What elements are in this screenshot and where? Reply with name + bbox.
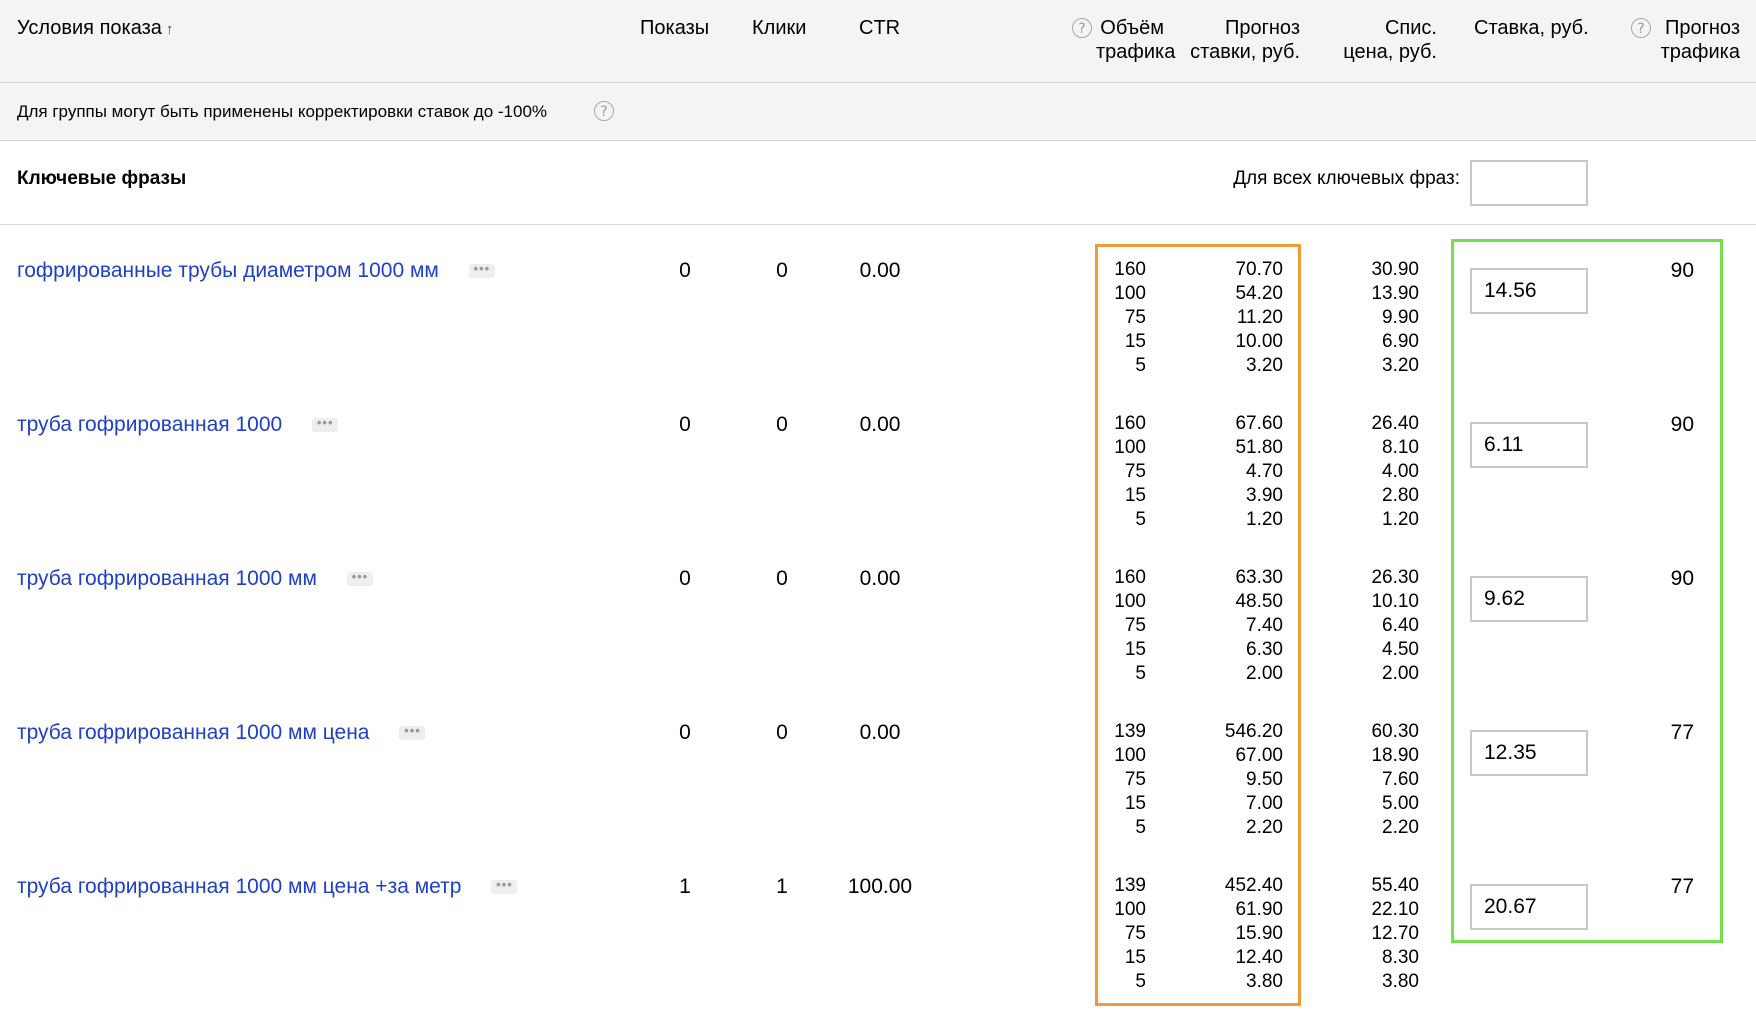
charged-price-list-value: 9.90 xyxy=(1382,307,1419,328)
keyword-phrase-text[interactable]: труба гофрированная 1000 мм цена +за мет… xyxy=(17,875,461,898)
charged-price-list-value: 3.20 xyxy=(1382,355,1419,376)
charged-price-list-value: 8.10 xyxy=(1382,437,1419,458)
ctr-value: 0.00 xyxy=(859,413,901,436)
bid-highlight-box xyxy=(1451,239,1723,943)
charged-price-list-value: 2.20 xyxy=(1382,817,1419,838)
charged-price-list: 60.30 18.90 7.60 5.00 2.20 xyxy=(1330,720,1419,840)
charged-price-list: 30.90 13.90 9.90 6.90 3.20 xyxy=(1330,258,1419,378)
ctr-value: 100.00 xyxy=(847,875,913,898)
shows-value: 0 xyxy=(679,259,691,282)
charged-price-list-value: 12.70 xyxy=(1371,923,1419,944)
column-header-bid-forecast-line1: Прогноз xyxy=(1224,17,1300,39)
column-header-bid: Ставка, руб. xyxy=(1474,17,1589,39)
clicks-value: 0 xyxy=(776,259,788,282)
charged-price-list-value: 26.40 xyxy=(1371,413,1419,434)
bid-adjustment-notice: Для группы могут быть применены корректи… xyxy=(0,83,1756,141)
column-header-conditions[interactable]: Условия показа ↑ xyxy=(17,16,173,42)
charged-price-list: 26.30 10.10 6.40 4.50 2.00 xyxy=(1330,566,1419,686)
charged-price-list-value: 30.90 xyxy=(1371,259,1419,280)
traffic-forecast-help-icon[interactable]: ? xyxy=(1631,18,1651,38)
column-header-traffic-volume: Объём трафика xyxy=(1096,16,1176,64)
charged-price-list-value: 8.30 xyxy=(1382,947,1419,968)
section-divider xyxy=(0,224,1756,225)
column-header-conditions-label: Условия показа xyxy=(17,17,162,39)
keywords-section-title: Ключевые фразы xyxy=(17,168,187,189)
charged-price-list-value: 4.50 xyxy=(1382,639,1419,660)
shows-value: 0 xyxy=(679,721,691,744)
ctr-value: 0.00 xyxy=(859,721,901,744)
charged-price-list-value: 55.40 xyxy=(1371,875,1419,896)
more-actions-icon[interactable]: ••• xyxy=(346,570,373,587)
shows-value: 1 xyxy=(679,875,691,898)
charged-price-list-value: 26.30 xyxy=(1371,567,1419,588)
column-header-charged-price-line2: цена, руб. xyxy=(1343,41,1437,63)
charged-price-list-value: 1.20 xyxy=(1382,509,1419,530)
charged-price-list-value: 60.30 xyxy=(1371,721,1419,742)
forecast-highlight-box xyxy=(1095,244,1301,1006)
charged-price-list-value: 18.90 xyxy=(1371,745,1419,766)
column-header-clicks: Клики xyxy=(752,17,807,39)
column-header-traffic-volume-line1: Объём xyxy=(1100,17,1164,39)
keyword-phrase-link[interactable]: труба гофрированная 1000 мм ••• xyxy=(17,566,373,592)
charged-price-list: 55.40 22.10 12.70 8.30 3.80 xyxy=(1330,874,1419,994)
charged-price-list-value: 6.40 xyxy=(1382,615,1419,636)
traffic-volume-help-icon[interactable]: ? xyxy=(1072,18,1092,38)
charged-price-list-value: 6.90 xyxy=(1382,331,1419,352)
charged-price-list-value: 3.80 xyxy=(1382,971,1419,992)
keyword-phrase-text[interactable]: труба гофрированная 1000 мм xyxy=(17,567,317,590)
column-header-traffic-forecast: Прогноз трафика xyxy=(1650,16,1740,64)
charged-price-list-value: 7.60 xyxy=(1382,769,1419,790)
clicks-value: 1 xyxy=(776,875,788,898)
column-header-charged-price: Спис. цена, руб. xyxy=(1330,16,1437,64)
more-actions-icon[interactable]: ••• xyxy=(399,724,426,741)
column-header-traffic-volume-line2: трафика xyxy=(1096,41,1176,63)
charged-price-list-value: 22.10 xyxy=(1371,899,1419,920)
all-keywords-bid-input[interactable] xyxy=(1470,160,1588,206)
charged-price-list-value: 10.10 xyxy=(1371,591,1419,612)
column-header-traffic-forecast-line2: трафика xyxy=(1660,41,1740,63)
ctr-value: 0.00 xyxy=(859,259,901,282)
keyword-phrase-text[interactable]: труба гофрированная 1000 мм цена xyxy=(17,721,369,744)
column-header-charged-price-line1: Спис. xyxy=(1384,17,1437,39)
shows-value: 0 xyxy=(679,567,691,590)
column-header-shows: Показы xyxy=(640,17,710,39)
keyword-phrase-link[interactable]: труба гофрированная 1000 мм цена ••• xyxy=(17,720,426,746)
more-actions-icon[interactable]: ••• xyxy=(312,416,339,433)
more-actions-icon[interactable]: ••• xyxy=(491,878,518,895)
ctr-value: 0.00 xyxy=(859,567,901,590)
charged-price-list-value: 4.00 xyxy=(1382,461,1419,482)
bid-adjustment-help-icon[interactable]: ? xyxy=(594,101,614,121)
column-header-ctr: CTR xyxy=(859,17,901,39)
clicks-value: 0 xyxy=(776,413,788,436)
charged-price-list-value: 2.00 xyxy=(1382,663,1419,684)
more-actions-icon[interactable]: ••• xyxy=(468,262,495,279)
all-keywords-bid-label: Для всех ключевых фраз: xyxy=(1233,168,1460,189)
bid-adjustment-notice-text: Для группы могут быть применены корректи… xyxy=(17,102,548,121)
charged-price-list-value: 13.90 xyxy=(1371,283,1419,304)
clicks-value: 0 xyxy=(776,721,788,744)
keyword-phrase-text[interactable]: гофрированные трубы диаметром 1000 мм xyxy=(17,259,439,282)
keyword-phrase-text[interactable]: труба гофрированная 1000 xyxy=(17,413,282,436)
table-header: Условия показа ↑ Показы Клики CTR ? Объём… xyxy=(0,0,1756,83)
sort-ascending-icon[interactable]: ↑ xyxy=(166,21,174,38)
shows-value: 0 xyxy=(679,413,691,436)
keyword-phrase-link[interactable]: труба гофрированная 1000 ••• xyxy=(17,412,339,438)
column-header-bid-forecast-line2: ставки, руб. xyxy=(1190,41,1300,63)
column-header-bid-forecast: Прогноз ставки, руб. xyxy=(1180,16,1300,64)
column-header-traffic-forecast-line1: Прогноз xyxy=(1664,17,1740,39)
keyword-phrase-link[interactable]: труба гофрированная 1000 мм цена +за мет… xyxy=(17,874,518,900)
clicks-value: 0 xyxy=(776,567,788,590)
charged-price-list-value: 2.80 xyxy=(1382,485,1419,506)
keyword-phrase-link[interactable]: гофрированные трубы диаметром 1000 мм ••• xyxy=(17,258,495,284)
charged-price-list: 26.40 8.10 4.00 2.80 1.20 xyxy=(1330,412,1419,532)
charged-price-list-value: 5.00 xyxy=(1382,793,1419,814)
